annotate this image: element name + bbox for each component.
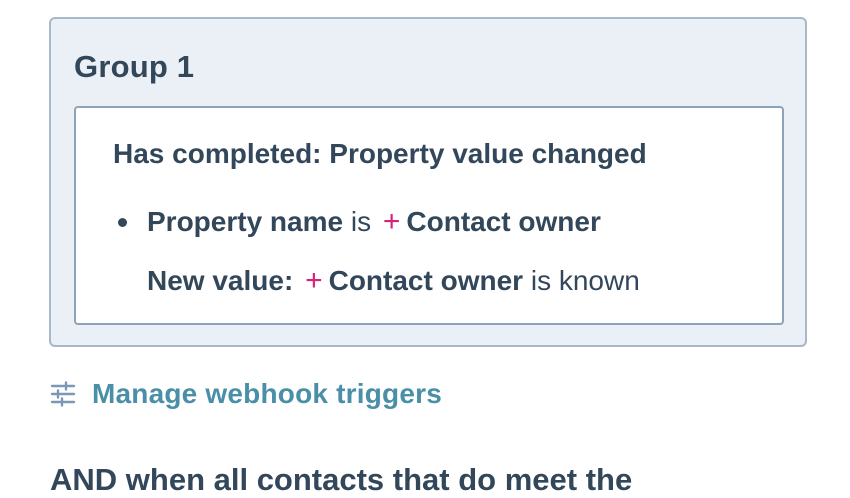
criteria-line-new-value: New value: + Contact owner is known [147,264,640,298]
operator-text: is known [530,265,640,296]
sliders-icon [50,381,76,407]
plus-icon: + [305,264,323,297]
new-value-token: Contact owner [328,265,524,296]
property-value-token: Contact owner [406,206,601,237]
operator-text: is [350,206,372,237]
manage-webhook-triggers-label: Manage webhook triggers [92,378,442,409]
criteria-line-property-name: Property name is + Contact owner [147,205,601,239]
bullet-icon [118,218,127,227]
criteria-heading: Has completed: Property value changed [113,138,647,169]
criteria-card[interactable]: Has completed: Property value changed Pr… [74,106,784,325]
new-value-label: New value: [147,265,294,296]
group-card: Group 1 Has completed: Property value ch… [49,17,807,347]
plus-icon: + [382,205,401,238]
next-section-text: AND when all contacts that do meet the [50,462,633,497]
manage-webhook-triggers-link[interactable]: Manage webhook triggers [50,378,442,410]
group-title: Group 1 [74,49,195,84]
property-name-label: Property name [147,206,344,237]
